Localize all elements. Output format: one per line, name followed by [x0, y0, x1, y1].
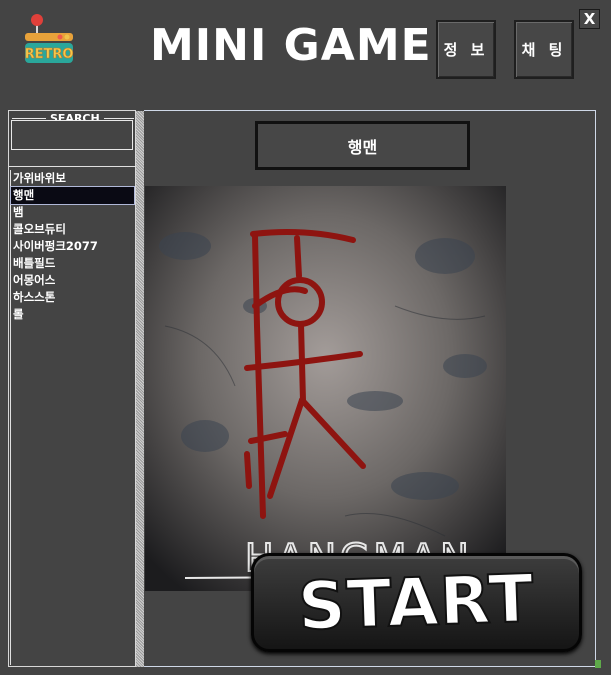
- chat-button[interactable]: 채 팅: [514, 20, 574, 79]
- sidebar-scrollbar[interactable]: [136, 111, 144, 667]
- list-item[interactable]: 뱀: [11, 204, 134, 221]
- game-list[interactable]: 가위바위보 행맨 뱀 콜오브듀티 사이버펑크2077 배틀필드 어몽어스 하스스…: [10, 170, 135, 665]
- retro-logo: RETRO: [22, 13, 76, 65]
- list-item[interactable]: 가위바위보: [11, 170, 134, 187]
- start-label: START: [296, 558, 537, 645]
- close-button[interactable]: X: [579, 9, 600, 29]
- list-item[interactable]: 어몽어스: [11, 272, 134, 289]
- resize-grip[interactable]: [595, 660, 601, 668]
- list-item[interactable]: 배틀필드: [11, 255, 134, 272]
- search-border: [12, 118, 46, 119]
- start-button[interactable]: START: [251, 553, 582, 652]
- game-cover-image: HANGMAN: [145, 186, 506, 591]
- list-item[interactable]: 하스스톤: [11, 289, 134, 306]
- list-divider: [9, 166, 136, 167]
- list-item[interactable]: 사이버펑크2077: [11, 238, 134, 255]
- list-item[interactable]: 행맨: [10, 186, 135, 205]
- search-input[interactable]: [11, 120, 133, 150]
- list-item[interactable]: 콜오브듀티: [11, 221, 134, 238]
- list-item[interactable]: 롤: [11, 306, 134, 323]
- game-title-button[interactable]: 행맨: [255, 121, 470, 170]
- info-button[interactable]: 정 보: [436, 20, 496, 79]
- svg-text:RETRO: RETRO: [25, 47, 74, 62]
- app-title: MINI GAME: [150, 20, 432, 71]
